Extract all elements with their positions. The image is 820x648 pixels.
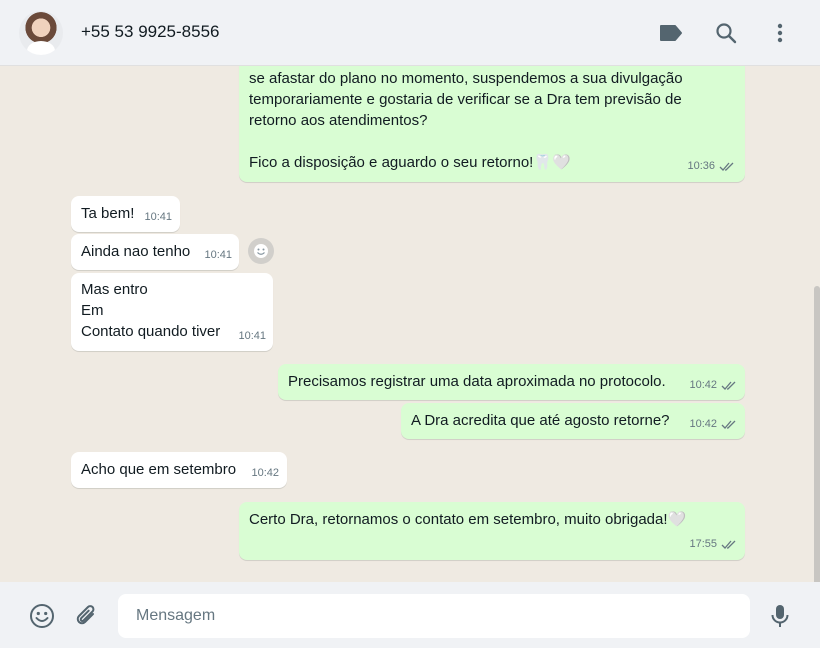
read-ticks-icon <box>721 540 736 549</box>
message-meta: 17:55 <box>689 534 737 555</box>
composer <box>0 582 820 648</box>
label-icon[interactable] <box>658 20 684 46</box>
message-text: se afastar do plano no momento, suspende… <box>249 70 683 171</box>
chat-header: +55 53 9925-8556 <box>0 0 820 66</box>
message-meta: 10:42 <box>251 463 279 484</box>
message-meta: 10:36 <box>687 156 735 177</box>
message-meta: 10:41 <box>204 245 232 266</box>
message-time: 10:41 <box>204 249 232 261</box>
message-meta: 10:42 <box>689 414 737 435</box>
message-bubble-outgoing[interactable]: se afastar do plano no momento, suspende… <box>239 66 745 182</box>
chat-scrollbar[interactable] <box>814 286 820 582</box>
emoji-icon[interactable] <box>28 602 56 630</box>
mic-icon[interactable] <box>766 602 794 630</box>
message-meta: 10:41 <box>238 326 266 347</box>
message-meta: 10:41 <box>144 207 172 228</box>
message-bubble-incoming[interactable]: Acho que em setembro 10:42 <box>71 452 287 488</box>
message-bubble-outgoing[interactable]: A Dra acredita que até agosto retorne? 1… <box>401 403 745 439</box>
message-text: Ainda nao tenho <box>81 243 191 260</box>
message-bubble-incoming[interactable]: Ainda nao tenho 10:41 <box>71 234 239 270</box>
message-input[interactable] <box>118 594 750 638</box>
message-text: Ta bem! <box>81 205 135 222</box>
message-time: 17:55 <box>689 538 717 550</box>
message-time: 10:36 <box>687 160 715 172</box>
message-time: 10:41 <box>238 330 266 342</box>
message-text: Certo Dra, retornamos o contato em setem… <box>249 511 687 528</box>
message-list[interactable]: se afastar do plano no momento, suspende… <box>0 66 820 582</box>
message-text: Precisamos registrar uma data aproximada… <box>288 373 666 390</box>
message-time: 10:41 <box>144 211 172 223</box>
message-meta: 10:42 <box>689 375 737 396</box>
read-ticks-icon <box>721 420 736 429</box>
menu-icon[interactable] <box>767 20 793 46</box>
message-text: Acho que em setembro <box>81 461 237 478</box>
smiley-icon <box>254 244 268 258</box>
attach-icon[interactable] <box>73 602 101 630</box>
react-emoji-button[interactable] <box>248 238 274 264</box>
read-ticks-icon <box>719 162 734 171</box>
read-ticks-icon <box>721 381 736 390</box>
message-time: 10:42 <box>689 418 717 430</box>
contact-name[interactable]: +55 53 9925-8556 <box>81 22 220 42</box>
search-icon[interactable] <box>713 20 739 46</box>
message-text: A Dra acredita que até agosto retorne? <box>411 412 670 429</box>
message-bubble-incoming[interactable]: Ta bem! 10:41 <box>71 196 180 232</box>
message-time: 10:42 <box>251 467 279 479</box>
message-bubble-outgoing[interactable]: Certo Dra, retornamos o contato em setem… <box>239 502 745 560</box>
contact-avatar[interactable] <box>19 11 63 55</box>
message-text: Mas entro Em Contato quando tiver <box>81 281 221 340</box>
message-bubble-incoming[interactable]: Mas entro Em Contato quando tiver 10:41 <box>71 273 273 351</box>
message-bubble-outgoing[interactable]: Precisamos registrar uma data aproximada… <box>278 364 745 400</box>
message-time: 10:42 <box>689 379 717 391</box>
